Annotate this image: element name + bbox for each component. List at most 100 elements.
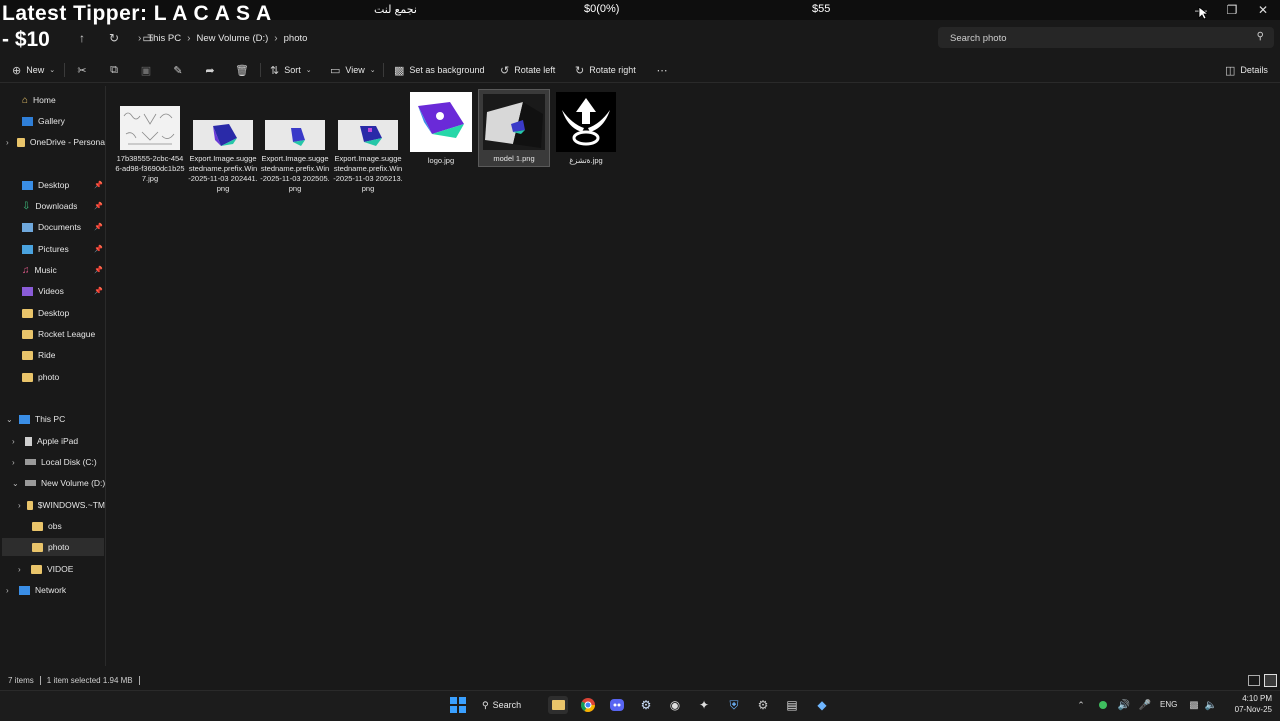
- folder-icon: [27, 500, 33, 510]
- rename-icon[interactable]: ✎: [170, 62, 186, 78]
- share-icon[interactable]: ➦: [202, 62, 218, 78]
- search-input[interactable]: [948, 30, 1242, 47]
- rotate-left-button[interactable]: ↺ Rotate left: [500, 62, 555, 78]
- refresh-icon[interactable]: ↻: [106, 30, 122, 46]
- microphone-icon[interactable]: 🎤: [1135, 696, 1155, 714]
- copy-icon[interactable]: ⧉: [106, 62, 122, 78]
- pin-icon[interactable]: 📌: [94, 245, 103, 253]
- volume-icon[interactable]: 🔊: [1114, 696, 1134, 714]
- file-item-selected[interactable]: model 1.png: [478, 89, 550, 167]
- sidebar-item-photo-selected[interactable]: photo: [2, 538, 104, 556]
- steam-icon[interactable]: ⚙: [636, 696, 656, 714]
- sidebar-item-home[interactable]: ⌂ Home: [22, 91, 56, 109]
- file-name: logo.jpg: [427, 156, 455, 165]
- breadcrumb-this-pc[interactable]: This PC: [147, 33, 181, 44]
- pictures-icon: [22, 244, 33, 254]
- new-button[interactable]: ⊕ New ⌄: [12, 62, 55, 78]
- breadcrumb-photo[interactable]: photo: [284, 33, 308, 44]
- store-icon[interactable]: ▤: [782, 696, 802, 714]
- chevron-up-icon[interactable]: ⌃: [1071, 696, 1091, 714]
- tablet-icon: [25, 436, 32, 446]
- sidebar-item-label: Network: [35, 585, 67, 595]
- sidebar-item-label: Ride: [38, 350, 56, 360]
- sort-button[interactable]: ⇅ Sort ⌄: [270, 62, 312, 78]
- chevron-down-icon: ⌄: [12, 478, 19, 488]
- sidebar-item-videos[interactable]: Videos: [22, 282, 64, 300]
- search-box[interactable]: ⚲: [938, 27, 1274, 48]
- pin-icon[interactable]: 📌: [94, 202, 103, 210]
- sketch-thumbnail: [120, 106, 180, 150]
- chevron-down-icon: ⌄: [369, 67, 376, 74]
- pin-icon[interactable]: 📌: [94, 266, 103, 274]
- details-button[interactable]: ◫ Details: [1225, 62, 1268, 78]
- close-icon[interactable]: ✕: [1248, 0, 1278, 20]
- clock-date: 07-Nov-25: [1234, 705, 1272, 714]
- sidebar-item-downloads[interactable]: ⇩ Downloads: [22, 197, 77, 215]
- speaker-icon[interactable]: 🔈: [1201, 696, 1221, 714]
- sidebar-item-ride[interactable]: Ride: [22, 346, 55, 364]
- details-view-icon[interactable]: [1248, 675, 1260, 686]
- settings-gear-icon[interactable]: ⚙: [753, 696, 773, 714]
- sidebar-item-music[interactable]: ♫ Music: [22, 261, 57, 279]
- chevron-right-icon: ›: [274, 32, 278, 44]
- pin-icon[interactable]: 📌: [94, 287, 103, 295]
- sidebar-item-onedrive[interactable]: › OneDrive - Persona: [6, 133, 105, 151]
- maximize-icon[interactable]: ❐: [1217, 0, 1247, 20]
- obs-icon[interactable]: ◉: [665, 696, 685, 714]
- sidebar-item-photo[interactable]: photo: [22, 368, 59, 386]
- file-item[interactable]: ةتشزغ.jpg: [551, 90, 621, 200]
- sidebar-item-label: Apple iPad: [37, 436, 79, 446]
- new-label: New: [26, 65, 45, 75]
- up-arrow-icon[interactable]: ↑: [74, 30, 90, 46]
- rotate-left-label: Rotate left: [514, 65, 556, 75]
- rotate-right-button[interactable]: ↻ Rotate right: [575, 62, 636, 78]
- pin-icon[interactable]: 📌: [94, 181, 103, 189]
- cut-icon[interactable]: ✂: [74, 62, 90, 78]
- sidebar-item-vidoe[interactable]: › VIDOE: [18, 560, 73, 578]
- chevron-down-icon: ⌄: [49, 67, 56, 74]
- set-as-background-button[interactable]: ▩ Set as background: [394, 62, 484, 78]
- davinci-resolve-icon[interactable]: ✦: [694, 696, 714, 714]
- sidebar-item-desktop-folder[interactable]: Desktop: [22, 304, 69, 322]
- breadcrumb-new-volume[interactable]: New Volume (D:): [196, 33, 268, 44]
- sidebar-item-this-pc[interactable]: ⌄ This PC: [6, 410, 65, 428]
- home-icon: ⌂: [22, 94, 29, 106]
- delete-icon[interactable]: 🗑: [234, 62, 250, 78]
- sidebar-item-apple-ipad[interactable]: › Apple iPad: [12, 432, 78, 450]
- sidebar-item-label: OneDrive - Persona: [29, 137, 105, 147]
- file-item[interactable]: Export.Image.suggestedname.prefix.Win-20…: [188, 90, 258, 200]
- file-item[interactable]: Export.Image.suggestedname.prefix.Win-20…: [333, 90, 403, 200]
- file-explorer-icon[interactable]: [548, 696, 568, 714]
- file-item[interactable]: Export.Image.suggestedname.prefix.Win-20…: [260, 90, 330, 200]
- sidebar-item-gallery[interactable]: Gallery: [22, 112, 65, 130]
- chevron-right-icon: ›: [6, 137, 9, 147]
- app-shield-icon[interactable]: ◆: [812, 696, 832, 714]
- view-button[interactable]: ▭ View ⌄: [330, 62, 376, 78]
- paste-icon[interactable]: ▣: [138, 62, 154, 78]
- sidebar-item-obs[interactable]: obs: [32, 517, 62, 535]
- sidebar-item-network[interactable]: › Network: [6, 581, 66, 599]
- sidebar-item-local-disk-c[interactable]: › Local Disk (C:): [12, 453, 97, 471]
- discord-icon[interactable]: [607, 696, 627, 714]
- chrome-icon[interactable]: [578, 696, 598, 714]
- sidebar-item-rocket-league[interactable]: Rocket League: [22, 325, 95, 343]
- file-item[interactable]: logo.jpg: [406, 90, 476, 200]
- shield-icon[interactable]: ⛨: [724, 696, 744, 714]
- more-options-icon[interactable]: ⋯: [654, 62, 670, 78]
- command-bar: [0, 58, 1280, 83]
- taskbar-search-button[interactable]: ⚲ Search: [482, 696, 532, 714]
- file-item[interactable]: 17b38555-2cbc-4546-ad98-f3690dc1b257.jpg: [115, 90, 185, 200]
- start-icon[interactable]: [448, 696, 468, 714]
- large-icons-view-icon[interactable]: [1264, 674, 1277, 687]
- input-language[interactable]: ENG: [1160, 700, 1177, 709]
- sidebar-item-pictures[interactable]: Pictures: [22, 240, 69, 258]
- pin-icon[interactable]: 📌: [94, 223, 103, 231]
- clock[interactable]: 4:10 PM 07-Nov-25: [1226, 693, 1272, 715]
- latest-tipper-label: Latest Tipper: L A C A S A: [2, 2, 272, 25]
- sidebar-item-windows-tm[interactable]: › $WINDOWS.~TM: [18, 496, 105, 514]
- sidebar-item-label: New Volume (D:): [41, 478, 106, 488]
- sidebar-item-desktop[interactable]: Desktop: [22, 176, 69, 194]
- sidebar-item-new-volume-d[interactable]: ⌄ New Volume (D:): [12, 474, 105, 492]
- sidebar-item-documents[interactable]: Documents: [22, 218, 81, 236]
- status-dot-icon[interactable]: [1093, 696, 1113, 714]
